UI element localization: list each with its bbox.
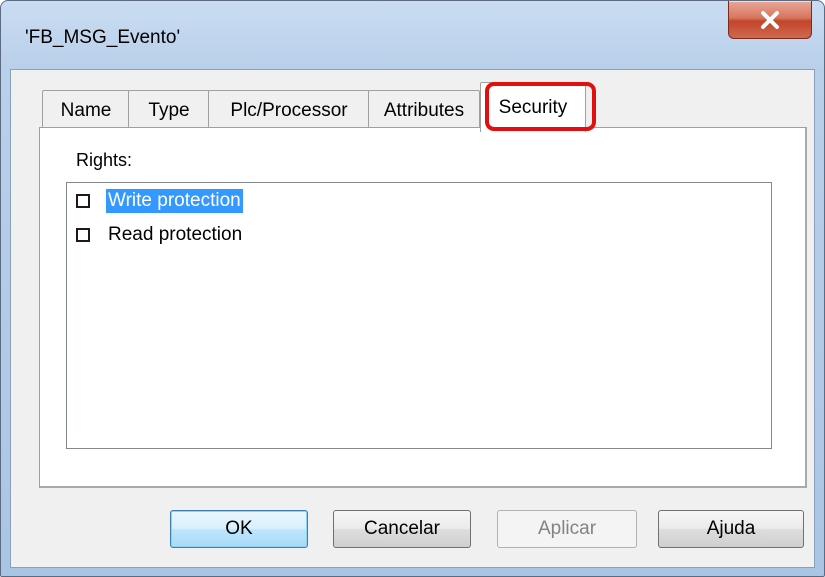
- rights-item-read-protection[interactable]: Read protection: [76, 221, 244, 249]
- dialog-window: 'FB_MSG_Evento' Name Type Plc/Processor …: [0, 0, 825, 577]
- write-protection-checkbox[interactable]: [76, 194, 90, 208]
- apply-button[interactable]: Aplicar: [497, 510, 637, 548]
- dialog-client-area: Name Type Plc/Processor Attributes Secur…: [10, 69, 815, 568]
- rights-listbox[interactable]: Write protection Read protection: [66, 182, 772, 449]
- tab-security[interactable]: Security: [480, 82, 586, 132]
- close-icon: [761, 10, 779, 29]
- title-bar[interactable]: 'FB_MSG_Evento': [1, 1, 824, 69]
- tab-plc-processor[interactable]: Plc/Processor: [208, 90, 370, 130]
- write-protection-label: Write protection: [106, 189, 243, 213]
- close-button[interactable]: [728, 1, 812, 39]
- read-protection-checkbox[interactable]: [76, 228, 90, 242]
- window-title: 'FB_MSG_Evento': [25, 27, 181, 48]
- tab-name[interactable]: Name: [42, 90, 130, 130]
- read-protection-label: Read protection: [108, 224, 243, 245]
- help-button[interactable]: Ajuda: [658, 510, 804, 548]
- tab-attributes[interactable]: Attributes: [368, 90, 480, 130]
- cancel-button[interactable]: Cancelar: [333, 510, 471, 548]
- rights-item-write-protection[interactable]: Write protection: [76, 187, 243, 215]
- security-tab-panel: Rights: Write protection Read protection: [39, 127, 807, 488]
- tab-type[interactable]: Type: [128, 90, 210, 130]
- rights-label: Rights:: [76, 150, 133, 170]
- ok-button[interactable]: OK: [170, 510, 308, 548]
